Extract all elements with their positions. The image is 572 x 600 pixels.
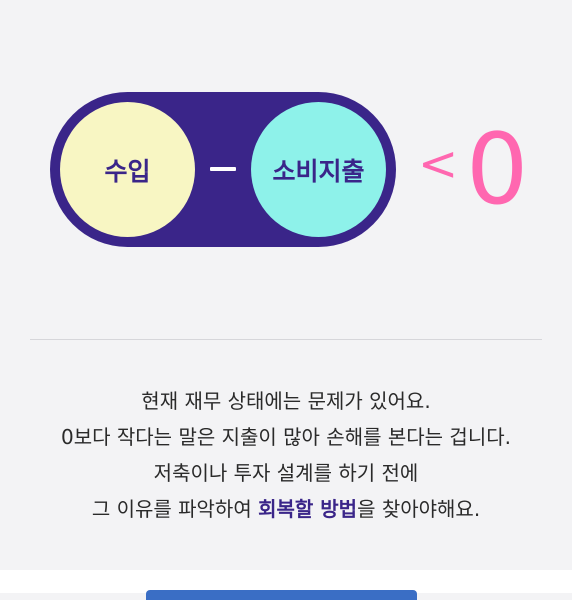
message-line-1: 현재 재무 상태에는 문제가 있어요. [141,389,431,413]
message-line-4: 그 이유를 파악하여 회복할 방법을 찾아야해요. [0,491,572,527]
less-than-sign: < [418,136,459,192]
zero-value: 0 [466,113,529,227]
minus-sign [210,167,236,171]
message-line-2: 0보다 작다는 말은 지출이 많아 손해를 본다는 겁니다. [61,425,511,449]
formula-pill: 수입 소비지출 [50,92,396,247]
message-line-4-prefix: 그 이유를 파악하여 [91,497,259,521]
message-line-4-suffix: 을 찾아야해요. [357,497,481,521]
income-circle: 수입 [60,102,195,237]
bottom-area [0,570,572,600]
bottom-action-button[interactable] [146,590,417,600]
expense-label: 소비지출 [272,156,365,186]
status-message: 현재 재무 상태에는 문제가 있어요. 0보다 작다는 말은 지출이 많아 손해… [0,383,572,527]
expense-circle: 소비지출 [251,102,386,237]
income-label: 수입 [104,156,151,186]
message-highlight: 회복할 방법 [258,497,358,521]
divider [30,339,542,340]
message-line-3: 저축이나 투자 설계를 하기 전에 [153,461,419,485]
